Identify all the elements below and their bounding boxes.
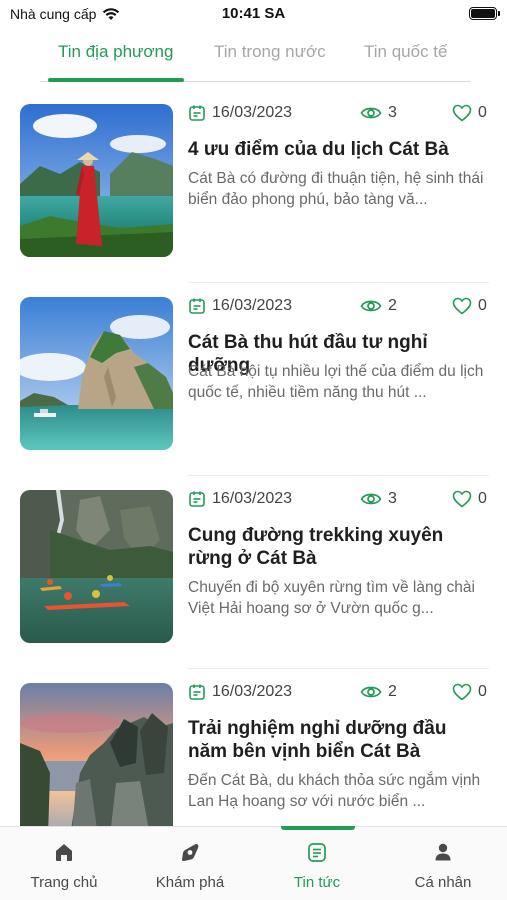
news-likes-count: 0 [478, 104, 487, 121]
news-likes[interactable]: 0 [452, 297, 487, 315]
news-views-count: 3 [388, 104, 397, 121]
heart-icon[interactable] [452, 683, 472, 701]
nav-profile-label: Cá nhân [414, 874, 472, 891]
news-title[interactable]: Trải nghiệm nghỉ dưỡng đầu năm bên vịnh … [188, 717, 488, 763]
nav-profile[interactable]: Cá nhân [380, 827, 506, 900]
news-thumbnail [20, 104, 173, 257]
news-likes[interactable]: 0 [452, 490, 487, 508]
eye-icon [360, 300, 382, 312]
nav-explore[interactable]: Khám phá [127, 827, 253, 900]
nav-news[interactable]: Tin tức [254, 827, 380, 900]
nav-home[interactable]: Trang chủ [1, 827, 127, 900]
status-time: 10:41 SA [221, 5, 286, 22]
news-views: 2 [360, 683, 397, 701]
news-list[interactable]: 16/03/2023 3 0 4 ưu điểm của du lịch Cát… [0, 90, 507, 826]
news-views: 2 [360, 297, 397, 315]
news-date-text: 16/03/2023 [212, 297, 293, 314]
tab-international-news[interactable]: Tin quốc tế [364, 42, 447, 62]
news-description: Đến Cát Bà, du khách thỏa sức ngắm vịnh … [188, 772, 481, 810]
karst-island-image [20, 297, 173, 450]
news-item[interactable]: 16/03/2023 2 0 Cát Bà thu hút đầu tư ngh… [0, 283, 507, 476]
calendar-icon [189, 105, 205, 121]
tab-domestic-news[interactable]: Tin trong nước [214, 42, 326, 62]
news-likes-count: 0 [478, 297, 487, 314]
person-icon [435, 843, 451, 861]
home-icon [56, 844, 72, 861]
sunset-bay-image [20, 683, 173, 826]
news-meta: 16/03/2023 2 0 [188, 683, 488, 705]
news-meta: 16/03/2023 2 0 [188, 297, 488, 319]
heart-icon[interactable] [452, 104, 472, 122]
news-date: 16/03/2023 [188, 297, 292, 315]
news-views: 3 [360, 490, 397, 508]
news-thumbnail [20, 297, 173, 450]
nav-news-label: Tin tức [293, 874, 341, 891]
news-views-count: 3 [388, 490, 397, 507]
battery-icon [469, 7, 500, 20]
news-description: Chuyến đi bộ xuyên rừng tìm về làng chài… [188, 579, 475, 617]
tab-local-news[interactable]: Tin địa phương [58, 42, 173, 62]
explore-icon [182, 843, 199, 862]
news-date: 16/03/2023 [188, 683, 292, 701]
news-title[interactable]: Cung đường trekking xuyên rừng ở Cát Bà [188, 524, 488, 570]
bottom-navigation: Trang chủ Khám phá Tin tức Cá nhân [0, 826, 507, 900]
news-views-count: 2 [388, 683, 397, 700]
news-views: 3 [360, 104, 397, 122]
nav-explore-label: Khám phá [155, 874, 225, 891]
news-thumbnail [20, 490, 173, 643]
news-meta: 16/03/2023 3 0 [188, 104, 488, 126]
calendar-icon [189, 298, 205, 314]
news-likes-count: 0 [478, 490, 487, 507]
woman-in-red-dress-image [20, 104, 173, 257]
news-date-text: 16/03/2023 [212, 490, 293, 507]
eye-icon [360, 493, 382, 505]
news-category-tabs: Tin địa phương Tin trong nước Tin quốc t… [40, 36, 470, 82]
news-title[interactable]: 4 ưu điểm của du lịch Cát Bà [188, 138, 488, 161]
news-description: Cát Bà có đường đi thuận tiện, hệ sinh t… [188, 170, 484, 208]
heart-icon[interactable] [452, 490, 472, 508]
calendar-icon [189, 684, 205, 700]
news-item[interactable]: 16/03/2023 3 0 Cung đường trekking xuyên… [0, 476, 507, 669]
news-item[interactable]: 16/03/2023 3 0 4 ưu điểm của du lịch Cát… [0, 90, 507, 283]
calendar-icon [189, 491, 205, 507]
active-tab-indicator [48, 78, 184, 82]
news-date: 16/03/2023 [188, 490, 292, 508]
news-likes[interactable]: 0 [452, 104, 487, 122]
heart-icon[interactable] [452, 297, 472, 315]
eye-icon [360, 686, 382, 698]
battery-tip [498, 11, 500, 16]
nav-home-label: Trang chủ [30, 874, 98, 891]
news-date-text: 16/03/2023 [212, 104, 293, 121]
news-date-text: 16/03/2023 [212, 683, 293, 700]
news-description: Cát Bà hội tụ nhiều lợi thế của điểm du … [188, 363, 484, 401]
news-views-count: 2 [388, 297, 397, 314]
kayakers-image [20, 490, 173, 643]
news-meta: 16/03/2023 3 0 [188, 490, 488, 512]
status-bar: Nhà cung cấp 10:41 SA [0, 0, 507, 30]
news-date: 16/03/2023 [188, 104, 292, 122]
battery-fill [471, 9, 495, 18]
news-thumbnail [20, 683, 173, 826]
news-likes[interactable]: 0 [452, 683, 487, 701]
news-likes-count: 0 [478, 683, 487, 700]
news-icon [308, 843, 326, 862]
eye-icon [360, 107, 382, 119]
news-item[interactable]: 16/03/2023 2 0 Trải nghiệm nghỉ dưỡng đầ… [0, 669, 507, 826]
